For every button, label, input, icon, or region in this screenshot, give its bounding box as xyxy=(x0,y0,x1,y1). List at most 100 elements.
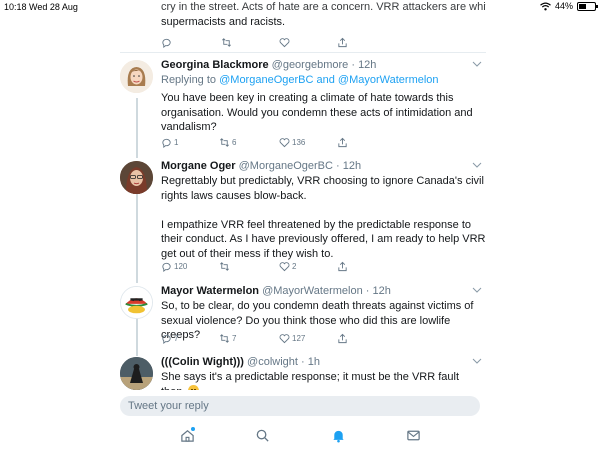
share-button[interactable] xyxy=(337,136,348,148)
like-button[interactable] xyxy=(279,36,290,48)
handle[interactable]: @georgebmore xyxy=(272,59,349,71)
like-count: 2 xyxy=(292,261,297,271)
timestamp: 12h xyxy=(372,285,391,297)
tweet-paragraph: You have been key in creating a climate … xyxy=(161,92,473,133)
like-count: 136 xyxy=(292,137,306,147)
heart-icon xyxy=(279,261,290,271)
reply-count: 120 xyxy=(174,261,188,271)
timestamp: 1h xyxy=(307,356,321,368)
display-name[interactable]: (((Colin Wight))) xyxy=(161,356,244,368)
reply-button[interactable]: 1 xyxy=(161,136,178,148)
display-name[interactable]: Georgina Blackmore xyxy=(161,59,269,71)
tab-search[interactable] xyxy=(253,426,271,444)
mention-link[interactable]: @MorganeOgerBC xyxy=(219,74,313,86)
share-button[interactable] xyxy=(337,36,348,48)
separator-dot: · xyxy=(365,285,370,297)
retweet-count: 6 xyxy=(232,137,237,147)
tweet-text: She says it's a predictable response; it… xyxy=(161,370,486,390)
tweet-actions: 120 2 xyxy=(161,260,421,272)
tweet-header: (((Colin Wight))) @colwight · 1h xyxy=(161,356,486,368)
separator-dot: · xyxy=(336,160,340,172)
envelope-icon xyxy=(406,430,420,440)
handle[interactable]: @MayorWatermelon xyxy=(262,285,363,297)
divider xyxy=(120,52,486,53)
bell-icon xyxy=(332,430,344,442)
conversation-feed[interactable]: cry in the street. Acts of hate are a co… xyxy=(0,0,600,390)
like-button[interactable]: 2 xyxy=(279,260,296,272)
mention-link[interactable]: @MayorWatermelon xyxy=(338,74,439,86)
avatar-photo-icon xyxy=(120,357,153,390)
tweet-actions xyxy=(161,36,421,48)
avatar-photo-icon xyxy=(120,161,153,194)
tweet[interactable]: (((Colin Wight))) @colwight · 1h She say… xyxy=(120,356,486,390)
tab-home[interactable] xyxy=(178,426,196,444)
chevron-down-icon[interactable] xyxy=(472,357,482,365)
retweet-button[interactable]: 6 xyxy=(219,136,236,148)
reply-button[interactable]: 7 xyxy=(161,332,178,344)
tweet-header: Georgina Blackmore @georgebmore · 12h xyxy=(161,59,486,71)
reply-button[interactable] xyxy=(161,36,172,48)
like-button[interactable]: 127 xyxy=(279,332,305,344)
retweet-icon xyxy=(220,333,229,343)
share-icon xyxy=(338,333,347,343)
tweet[interactable]: Morgane Oger @MorganeOgerBC · 12h Regret… xyxy=(120,160,486,275)
tab-bar xyxy=(0,422,600,450)
avatar[interactable] xyxy=(120,161,153,194)
heart-icon xyxy=(279,333,290,343)
separator-dot: · xyxy=(301,356,305,368)
tab-notifications[interactable] xyxy=(329,426,347,444)
chevron-down-icon[interactable] xyxy=(472,286,482,294)
share-icon xyxy=(338,37,347,47)
tab-messages[interactable] xyxy=(404,426,422,444)
share-button[interactable] xyxy=(337,332,348,344)
retweet-button[interactable] xyxy=(219,260,232,272)
chevron-down-icon[interactable] xyxy=(472,60,482,68)
tweet[interactable]: Mayor Watermelon @MayorWatermelon · 12h … xyxy=(120,285,486,347)
tweet-text-line: cry in the street. Acts of hate are a co… xyxy=(161,1,486,13)
heart-icon xyxy=(279,37,290,47)
timestamp: 12h xyxy=(358,59,377,71)
separator-dot: · xyxy=(351,59,355,71)
avatar[interactable] xyxy=(120,60,153,93)
reply-composer[interactable]: Tweet your reply xyxy=(120,396,480,416)
tweet-paragraph-text: She says it's a predictable response; it… xyxy=(161,371,460,390)
chevron-down-icon[interactable] xyxy=(472,161,482,169)
composer-placeholder: Tweet your reply xyxy=(128,400,209,412)
retweet-icon xyxy=(220,137,229,147)
replying-to: Replying to @MorganeOgerBC and @MayorWat… xyxy=(161,74,486,86)
avatar[interactable] xyxy=(120,357,153,390)
reply-count: 7 xyxy=(174,333,179,343)
retweet-icon xyxy=(222,37,231,47)
tweet-header: Morgane Oger @MorganeOgerBC · 12h xyxy=(161,160,486,172)
timestamp: 12h xyxy=(342,160,362,172)
avatar-illustration-icon xyxy=(120,60,153,93)
tweet-text: cry in the street. Acts of hate are a co… xyxy=(161,0,486,29)
tweet-actions: 7 7 127 xyxy=(161,332,421,344)
tweet[interactable]: Georgina Blackmore @georgebmore · 12h Re… xyxy=(120,59,486,154)
notification-dot xyxy=(191,427,195,431)
tweet-text: Regrettably but predictably, VRR choosin… xyxy=(161,174,486,261)
tweet-paragraph: Regrettably but predictably, VRR choosin… xyxy=(161,175,484,202)
retweet-count: 7 xyxy=(232,333,237,343)
display-name[interactable]: Morgane Oger xyxy=(161,160,236,172)
tweet-text-line: supermacists and racists. xyxy=(161,15,286,28)
retweet-button[interactable] xyxy=(221,36,232,48)
avatar[interactable] xyxy=(120,286,153,319)
share-icon xyxy=(338,137,347,147)
handle[interactable]: @colwight xyxy=(247,356,298,368)
tweet-text: You have been key in creating a climate … xyxy=(161,91,486,135)
previous-tweet[interactable]: cry in the street. Acts of hate are a co… xyxy=(120,0,486,48)
share-icon xyxy=(338,261,347,271)
share-button[interactable] xyxy=(337,260,348,272)
reply-icon xyxy=(162,262,171,272)
handle[interactable]: @MorganeOgerBC xyxy=(239,160,333,172)
tweet-paragraph: I empathize VRR feel threatened by the p… xyxy=(161,218,486,260)
display-name[interactable]: Mayor Watermelon xyxy=(161,285,259,297)
retweet-button[interactable]: 7 xyxy=(219,332,236,344)
reply-button[interactable]: 120 xyxy=(161,260,187,272)
search-icon xyxy=(256,429,269,442)
like-button[interactable]: 136 xyxy=(279,136,305,148)
reply-count: 1 xyxy=(174,137,179,147)
reply-icon xyxy=(162,138,171,148)
reply-icon xyxy=(162,334,171,344)
